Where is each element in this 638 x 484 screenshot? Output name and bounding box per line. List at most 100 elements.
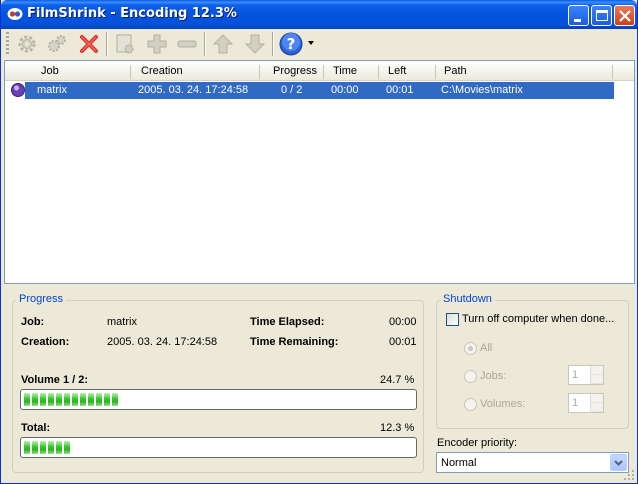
filmshrink-window: FilmShrink - Encoding 12.3% ? Job Creati…: [0, 0, 638, 484]
stepper-up-icon[interactable]: [591, 394, 603, 403]
job-value: matrix: [107, 316, 137, 328]
move-up-icon: [212, 34, 234, 54]
settings-button[interactable]: [14, 31, 40, 57]
encoder-priority-select[interactable]: Normal: [436, 452, 629, 473]
progress-segment: [48, 393, 54, 406]
column-divider[interactable]: [435, 65, 436, 79]
progress-segment: [112, 393, 118, 406]
help-button[interactable]: ?: [278, 31, 318, 57]
shutdown-jobs-radio[interactable]: [464, 370, 477, 383]
job-name-cell: matrix: [37, 84, 67, 96]
move-up-button[interactable]: [210, 31, 236, 57]
app-icon: [7, 8, 23, 20]
total-percent: 12.3 %: [380, 422, 415, 434]
title-bar[interactable]: FilmShrink - Encoding 12.3%: [1, 0, 637, 29]
remove-icon: [177, 40, 197, 48]
column-time[interactable]: Time: [327, 61, 357, 81]
settings-icon: [18, 35, 36, 53]
stepper-up-icon[interactable]: [591, 366, 603, 375]
creation-value: 2005. 03. 24. 17:24:58: [107, 336, 218, 348]
time-elapsed-label: Time Elapsed:: [250, 316, 325, 328]
job-time-cell: 00:00: [331, 84, 359, 96]
job-list[interactable]: Job Creation Progress Time Left Path mat…: [4, 60, 635, 284]
progress-segment: [88, 393, 94, 406]
progress-segment: [24, 393, 30, 406]
progress-segment: [56, 441, 62, 454]
toolbar: ?: [4, 29, 636, 59]
time-elapsed-value: 00:00: [389, 316, 417, 328]
column-path[interactable]: Path: [438, 61, 467, 81]
toolbar-grip[interactable]: [6, 32, 9, 56]
table-row[interactable]: matrix 2005. 03. 24. 17:24:58 0 / 2 00:0…: [25, 82, 614, 99]
delete-icon: [80, 35, 98, 53]
turn-off-label[interactable]: Turn off computer when done...: [462, 313, 614, 325]
total-progress-bar: [20, 437, 417, 458]
column-creation[interactable]: Creation: [135, 61, 183, 81]
resize-grip-icon[interactable]: [623, 469, 635, 481]
column-divider[interactable]: [323, 65, 324, 79]
toolbar-separator: [106, 32, 108, 56]
column-divider[interactable]: [130, 65, 131, 79]
time-remaining-value: 00:01: [389, 336, 417, 348]
shutdown-all-radio[interactable]: [464, 342, 477, 355]
job-progress-cell: 0 / 2: [281, 84, 303, 96]
progress-segment: [64, 441, 70, 454]
new-job-icon: [116, 34, 134, 54]
progress-segment: [64, 393, 70, 406]
shutdown-volumes-radio[interactable]: [464, 398, 477, 411]
progress-group: Progress Job: matrix Time Elapsed: 00:00…: [12, 293, 424, 473]
stepper-down-icon[interactable]: [591, 403, 603, 412]
job-label: Job:: [21, 316, 45, 328]
new-job-button[interactable]: [112, 31, 138, 57]
shutdown-all-label[interactable]: All: [480, 342, 492, 354]
column-divider[interactable]: [612, 65, 613, 79]
progress-segment: [32, 393, 38, 406]
shutdown-volumes-label[interactable]: Volumes:: [480, 398, 525, 410]
move-down-button[interactable]: [242, 31, 268, 57]
maximize-icon: [596, 10, 608, 21]
delete-button[interactable]: [76, 31, 102, 57]
help-icon: ?: [279, 32, 303, 56]
volumes-stepper[interactable]: 1: [568, 393, 604, 413]
batch-settings-icon: [48, 35, 66, 52]
toolbar-separator: [272, 32, 274, 56]
chevron-down-icon: [308, 41, 314, 45]
progress-segment: [48, 441, 54, 454]
jobs-stepper[interactable]: 1: [568, 365, 604, 385]
job-creation-cell: 2005. 03. 24. 17:24:58: [138, 84, 249, 96]
column-progress[interactable]: Progress: [267, 61, 317, 81]
volume-progress-fill: [24, 393, 118, 406]
add-icon: [147, 34, 167, 54]
move-down-icon: [244, 34, 266, 54]
volume-progress-bar: [20, 389, 417, 410]
progress-segment: [40, 393, 46, 406]
batch-settings-button[interactable]: [44, 31, 70, 57]
encoder-priority-label: Encoder priority:: [437, 437, 518, 449]
progress-segment: [72, 393, 78, 406]
encoder-priority-value: Normal: [441, 457, 477, 469]
job-path-cell: C:\Movies\matrix: [441, 84, 523, 96]
stepper-down-icon[interactable]: [591, 375, 603, 384]
add-button[interactable]: [144, 31, 170, 57]
column-divider[interactable]: [259, 65, 260, 79]
column-left[interactable]: Left: [382, 61, 406, 81]
svg-text:?: ?: [287, 35, 296, 53]
toolbar-separator: [204, 32, 206, 56]
chevron-down-icon: [614, 460, 623, 466]
job-left-cell: 00:01: [386, 84, 414, 96]
column-divider[interactable]: [378, 65, 379, 79]
progress-segment: [80, 393, 86, 406]
shutdown-jobs-label[interactable]: Jobs:: [480, 370, 506, 382]
close-button[interactable]: [614, 5, 635, 26]
volume-percent: 24.7 %: [380, 374, 415, 386]
turn-off-checkbox[interactable]: [446, 313, 459, 326]
progress-group-title: Progress: [16, 293, 67, 305]
maximize-button[interactable]: [591, 5, 612, 26]
minimize-button[interactable]: [568, 5, 589, 26]
volume-label: Volume 1 / 2:: [21, 374, 89, 386]
shutdown-group: Shutdown Turn off computer when done... …: [436, 293, 629, 429]
column-job[interactable]: Job: [35, 61, 59, 81]
minimize-icon: [574, 19, 581, 22]
remove-button[interactable]: [174, 31, 200, 57]
close-icon: [619, 10, 631, 22]
